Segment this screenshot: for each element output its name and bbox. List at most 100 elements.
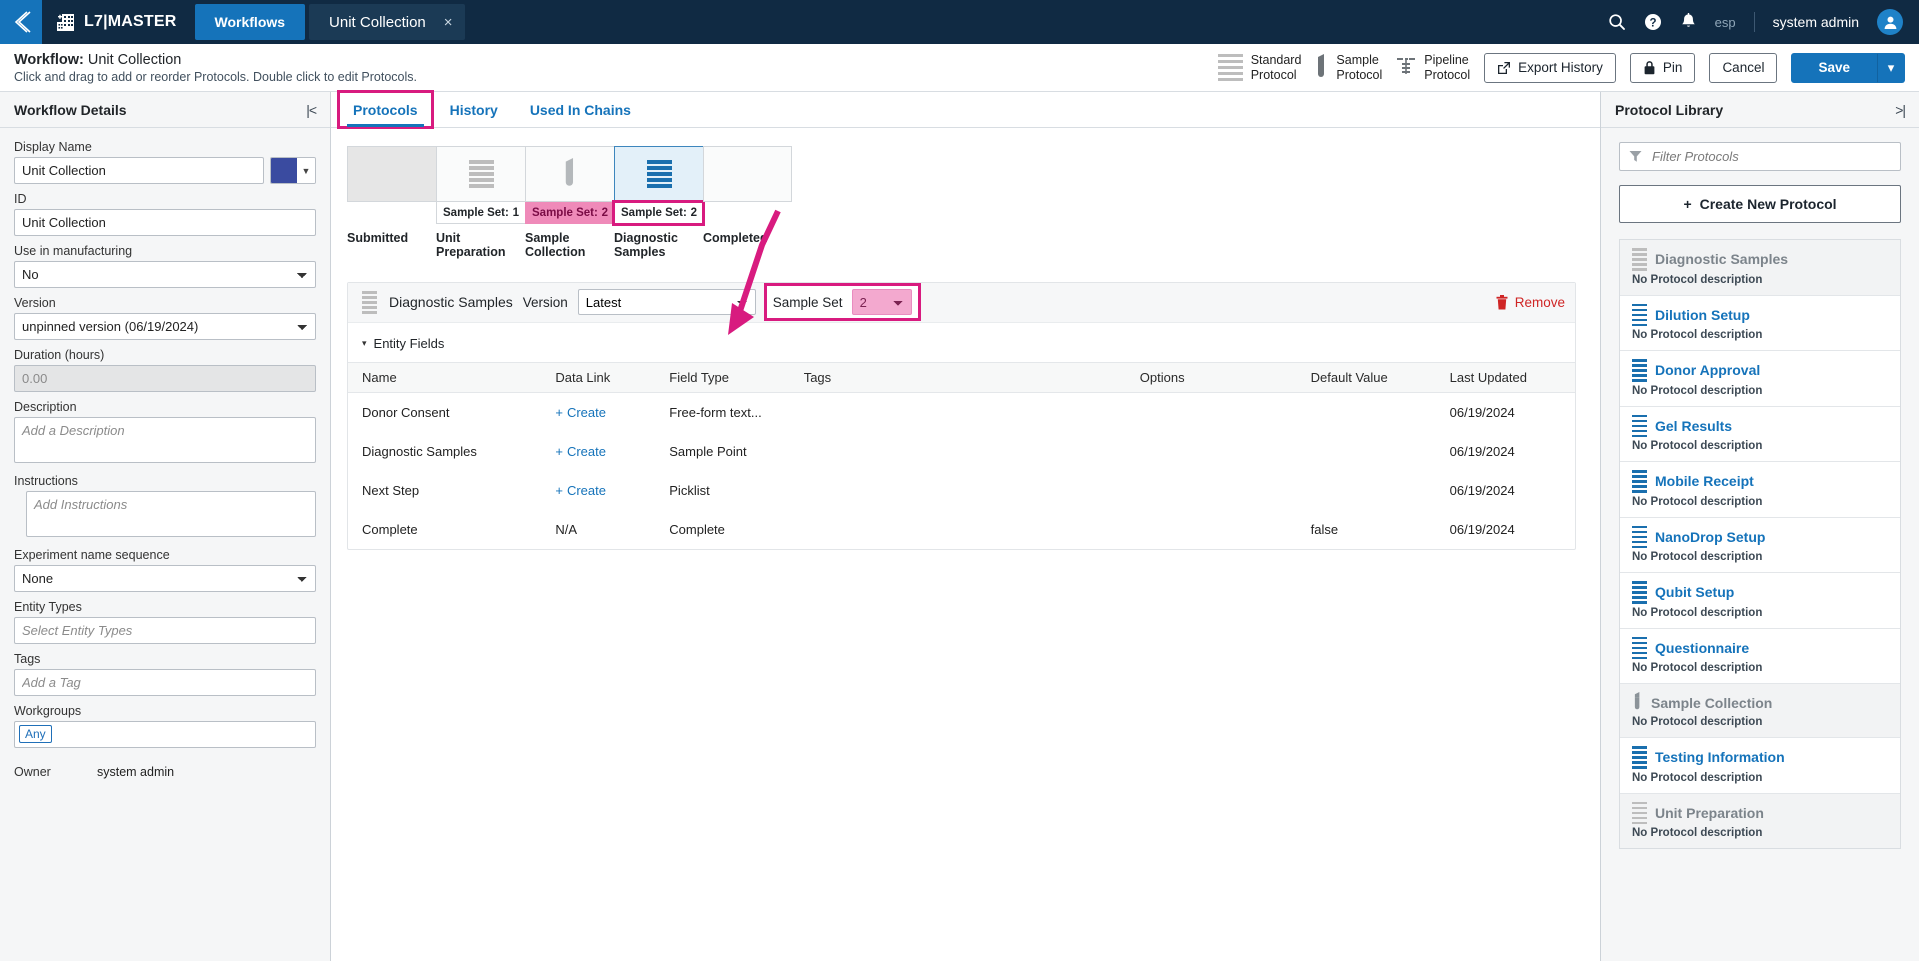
description-label: Description [14,400,77,414]
table-row[interactable]: Next Step + Create Picklist 06/19/2024 [348,471,1575,510]
help-circle-icon[interactable]: ? [1644,13,1662,31]
experiment-name-sequence-select[interactable]: None [14,564,316,592]
bell-icon[interactable] [1680,13,1697,31]
protocol-name-row: Qubit Setup [1632,581,1888,604]
workgroups-input[interactable]: Any [14,720,316,748]
language-selector[interactable]: esp [1715,15,1736,30]
entity-fields-section-header[interactable]: ▾ Entity Fields [348,323,1575,362]
protocol-desc: No Protocol description [1632,716,1763,728]
id-input[interactable] [14,209,316,236]
plus-icon: + [555,404,563,420]
tab-history[interactable]: History [436,92,512,127]
create-data-link-button[interactable]: + Create [555,483,606,498]
chevron-down-icon[interactable]: ▼ [297,158,315,183]
workgroups-chip[interactable]: Any [19,725,52,744]
instructions-textarea[interactable] [26,490,316,537]
step-card[interactable] [525,146,614,202]
table-row[interactable]: Donor Consent + Create Free-form text... [348,392,1575,432]
protocols-tab-content: Submitted Sample Set: 1 Unit Preparation [331,128,1600,961]
create-data-link-button[interactable]: + Create [555,405,606,420]
create-new-protocol-button[interactable]: + Create New Protocol [1619,185,1901,223]
nav-tab-unit-collection[interactable]: Unit Collection × [309,4,465,40]
back-button[interactable] [0,0,42,44]
workflow-step-submitted[interactable]: Submitted [347,146,436,260]
cell-data-link: N/A [555,521,578,537]
cell-last-updated: 06/19/2024 [1449,443,1515,459]
filter-protocols-input[interactable] [1619,142,1901,171]
protocol-detail-card: Diagnostic Samples Version Latest Sample… [347,281,1576,550]
workflow-step-diagnostic-samples[interactable]: Sample Set: 2 Diagnostic Samples [612,146,705,260]
color-picker[interactable]: ▼ [270,157,316,184]
tags-input[interactable] [14,668,316,696]
color-swatch [271,158,297,183]
pipeline-protocol-button[interactable]: Pipeline Protocol [1396,53,1470,82]
list-item[interactable]: Sample Collection No Protocol descriptio… [1620,684,1900,738]
list-item[interactable]: Diagnostic Samples No Protocol descripti… [1620,240,1900,296]
table-row[interactable]: Diagnostic Samples + Create Sample Point [348,432,1575,471]
sample-protocol-icon [1315,54,1328,81]
remove-protocol-button[interactable]: Remove [1496,294,1565,310]
step-card[interactable] [436,146,525,202]
create-data-link-button[interactable]: + Create [555,444,606,459]
cell-data-link[interactable]: + Create [555,392,669,432]
step-label: Submitted [347,231,409,245]
table-row[interactable]: Complete N/A Complete false 06/19/2024 [348,510,1575,549]
workflow-step-completed[interactable]: Completed [703,146,792,260]
list-item[interactable]: Questionnaire No Protocol description [1620,629,1900,684]
search-icon[interactable] [1608,13,1626,31]
collapse-left-icon[interactable]: |< [306,102,317,118]
protocol-library-panel: Protocol Library >| + Create New Protoco… [1600,92,1919,961]
use-in-manufacturing-select[interactable]: No [14,261,316,288]
step-sampleset[interactable]: Sample Set: 2 [525,202,614,224]
caret-down-icon[interactable]: ▾ [362,338,367,349]
standard-protocol-icon [1632,248,1647,271]
list-item[interactable]: Dilution Setup No Protocol description [1620,296,1900,351]
save-button[interactable]: Save [1791,52,1877,83]
close-icon[interactable]: × [444,14,453,31]
standard-protocol-button[interactable]: Standard Protocol [1217,53,1301,82]
pin-button[interactable]: Pin [1629,52,1696,83]
version-select[interactable]: unpinned version (06/19/2024) [14,313,316,340]
display-name-input[interactable] [14,157,264,184]
protocol-name: Questionnaire [1655,639,1750,656]
protocol-name: Unit Preparation [1655,804,1764,821]
collapse-right-icon[interactable]: >| [1895,102,1906,118]
list-item[interactable]: Gel Results No Protocol description [1620,407,1900,462]
sample-set-select[interactable]: 2 [851,289,912,316]
user-avatar-icon[interactable] [1877,9,1903,35]
export-history-button[interactable]: Export History [1484,52,1616,83]
step-card[interactable] [347,146,436,202]
sample-protocol-button[interactable]: Sample Protocol [1315,53,1382,82]
step-sampleset[interactable]: Sample Set: 1 [436,202,525,224]
entity-fields-table-head: Name Data Link Field Type Tags Options D… [348,361,1575,393]
workflow-step-unit-preparation[interactable]: Sample Set: 1 Unit Preparation [436,146,525,260]
cell-data-link[interactable]: + Create [555,471,669,510]
step-card[interactable] [703,146,792,202]
description-textarea[interactable] [14,417,316,463]
page-header: Workflow: Unit Collection Click and drag… [0,44,1919,92]
step-card[interactable] [614,146,703,202]
list-item[interactable]: Unit Preparation No Protocol description [1620,793,1900,848]
entity-types-input[interactable] [14,616,316,644]
protocol-name: NanoDrop Setup [1655,528,1766,545]
list-item[interactable]: Testing Information No Protocol descript… [1620,738,1900,794]
version-label: Version [14,296,56,310]
nav-tab-workflows[interactable]: Workflows [194,4,306,40]
list-item[interactable]: Donor Approval No Protocol description [1620,351,1900,407]
tab-used-in-chains[interactable]: Used In Chains [516,92,645,127]
use-in-manufacturing-label: Use in manufacturing [14,244,133,258]
protocol-detail-bar: Diagnostic Samples Version Latest Sample… [348,282,1575,323]
brand[interactable]: L7|MASTER [42,0,193,44]
list-item[interactable]: Qubit Setup No Protocol description [1620,573,1900,629]
step-sampleset[interactable]: Sample Set: 2 [612,200,705,226]
user-name-label[interactable]: system admin [1773,14,1859,30]
cell-tags [804,392,1140,432]
list-item[interactable]: Mobile Receipt No Protocol description [1620,462,1900,518]
workflow-step-sample-collection[interactable]: Sample Set: 2 Sample Collection [525,146,614,260]
cell-data-link[interactable]: + Create [555,432,669,471]
save-dropdown-caret[interactable]: ▾ [1877,52,1905,83]
list-item[interactable]: NanoDrop Setup No Protocol description [1620,518,1900,573]
protocol-version-select[interactable]: Latest [577,289,756,316]
tab-protocols[interactable]: Protocols [337,90,434,129]
cancel-button[interactable]: Cancel [1709,52,1778,83]
